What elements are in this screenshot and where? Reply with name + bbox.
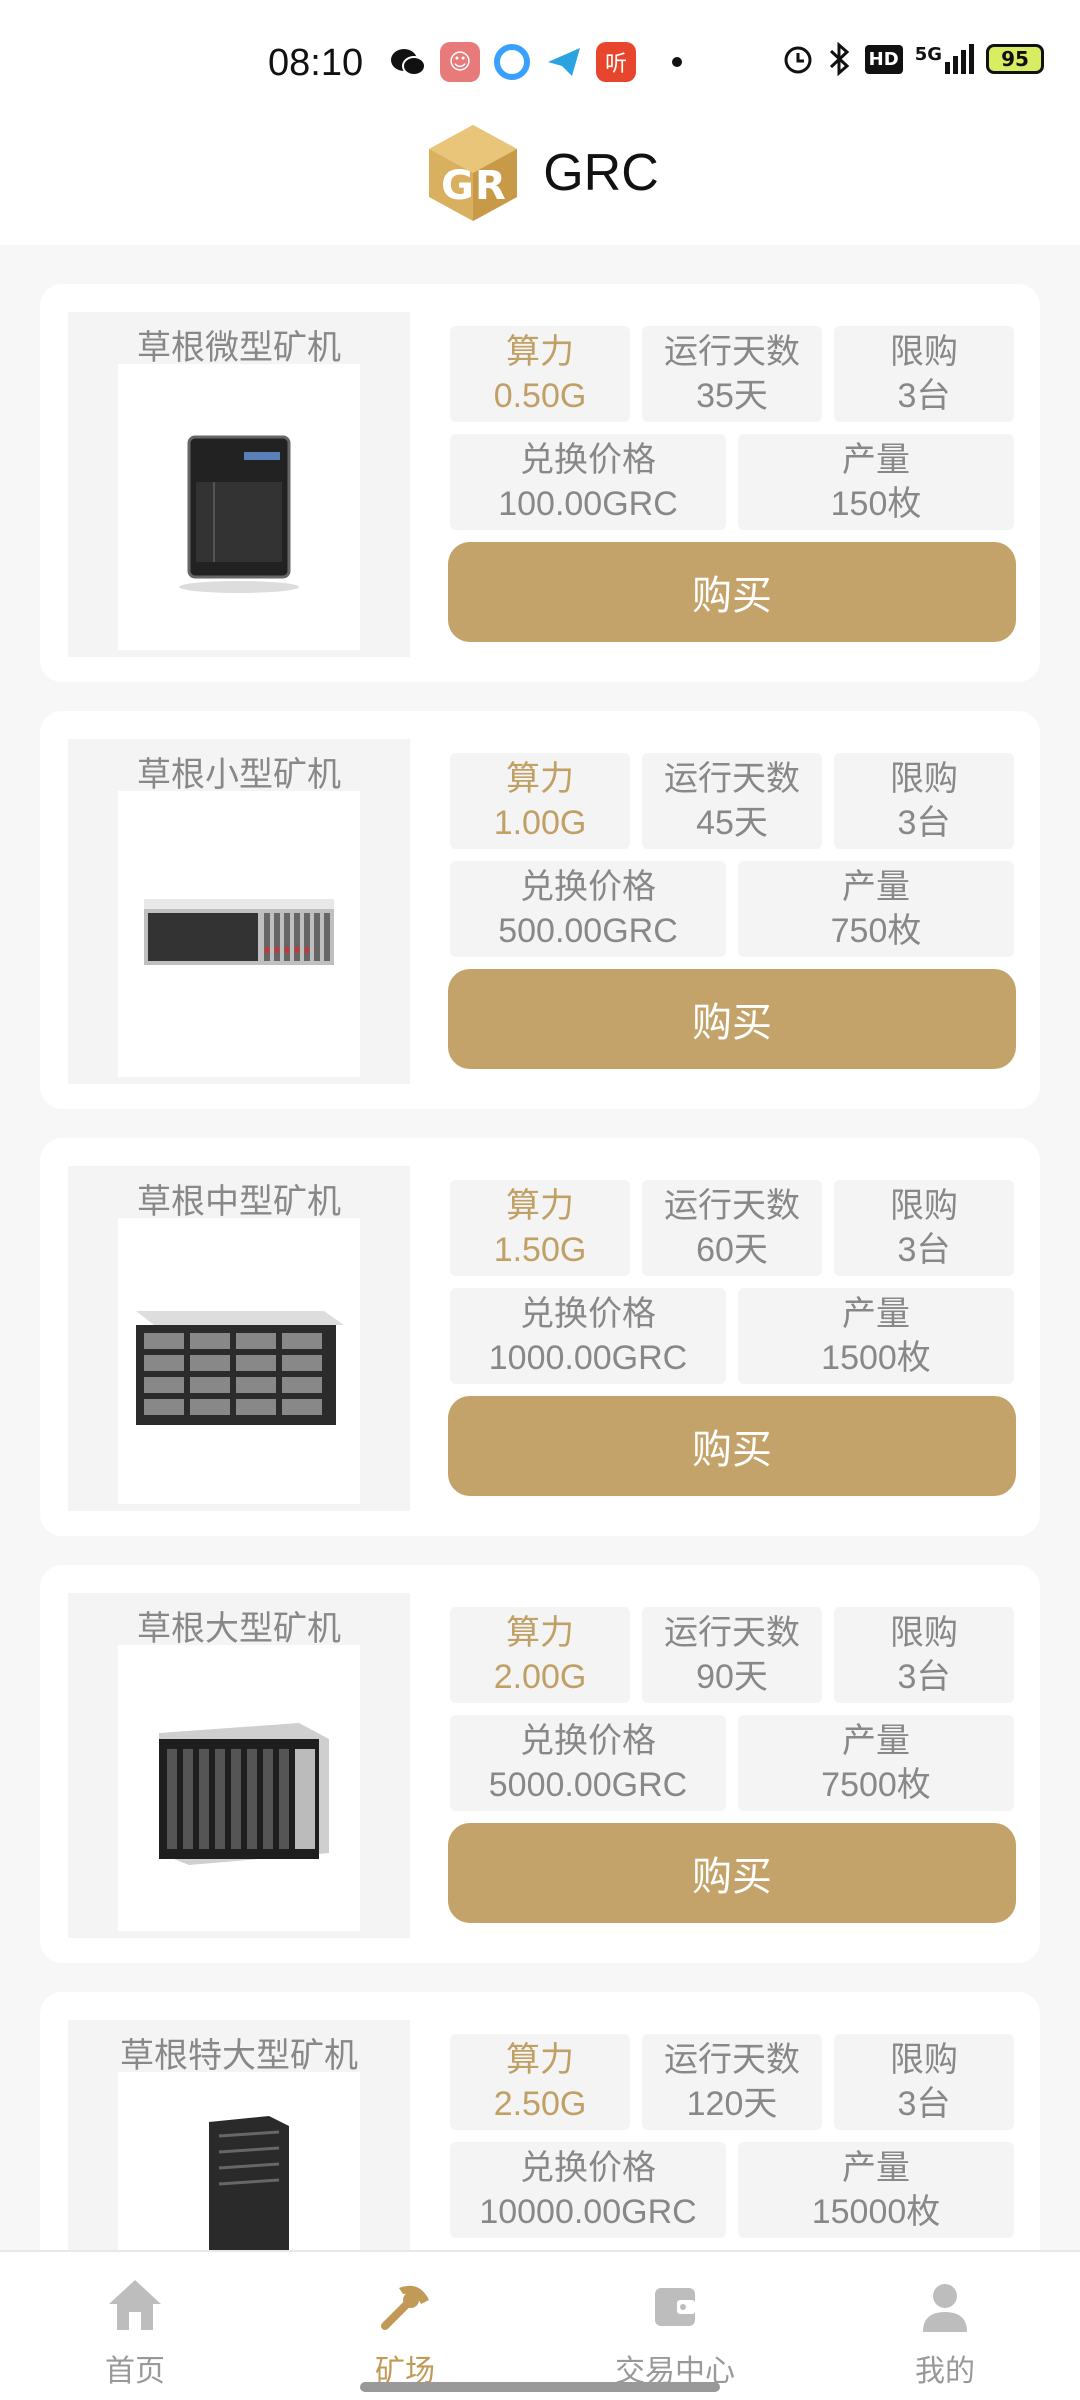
- power-stat: 算力 0.50G: [450, 326, 630, 422]
- machine-thumbnail: 草根大型矿机: [68, 1593, 410, 1938]
- power-stat: 算力 2.50G: [450, 2034, 630, 2130]
- browser-app-icon: [492, 42, 532, 82]
- svg-text:R: R: [475, 163, 506, 209]
- machine-name: 草根小型矿机: [137, 755, 341, 795]
- hd-icon: HD: [864, 44, 903, 74]
- days-stat: 运行天数 120天: [642, 2034, 822, 2130]
- price-stat: 兑换价格 500.00GRC: [450, 861, 726, 957]
- avatar-app-icon: ☺: [440, 42, 480, 82]
- output-stat: 产量 750枚: [738, 861, 1014, 957]
- home-icon: [109, 2280, 161, 2330]
- buy-button[interactable]: 购买: [448, 1396, 1016, 1496]
- more-notifications-dot: [672, 57, 682, 67]
- output-stat: 产量 150枚: [738, 434, 1014, 530]
- price-stat: 兑换价格 1000.00GRC: [450, 1288, 726, 1384]
- telegram-icon: [544, 42, 584, 82]
- wallet-icon: [655, 2288, 695, 2326]
- machine-stats: 算力 2.00G 运行天数 90天 限购 3台 兑换价格 5000.00GRC: [448, 1607, 1016, 1923]
- machine-name: 草根特大型矿机: [120, 2036, 358, 2076]
- limit-stat: 限购 3台: [834, 1180, 1014, 1276]
- home-indicator[interactable]: [360, 2382, 720, 2392]
- wechat-icon: [388, 42, 428, 82]
- machine-thumbnail: 草根小型矿机: [68, 739, 410, 1084]
- output-stat: 产量 7500枚: [738, 1715, 1014, 1811]
- days-stat: 运行天数 35天: [642, 326, 822, 422]
- nav-item-trade[interactable]: 交易中心: [540, 2252, 810, 2400]
- status-time: 08:10: [268, 42, 364, 84]
- limit-stat: 限购 3台: [834, 1607, 1014, 1703]
- audio-app-icon: 听: [596, 42, 636, 82]
- machine-thumbnail: 草根微型矿机: [68, 312, 410, 657]
- machine-list: 草根微型矿机 算力 0.50G 运行天数 35天 限购 3台 兑换价格 100.…: [40, 284, 1040, 2400]
- notification-icons: ☺ 听: [388, 42, 682, 82]
- pickaxe-icon: [381, 2285, 429, 2330]
- mini-miner-image: [118, 364, 360, 650]
- days-stat: 运行天数 60天: [642, 1180, 822, 1276]
- nav-item-mine[interactable]: 矿场: [270, 2252, 540, 2400]
- machine-card: 草根中型矿机 算力 1.50G 运行天数 60天 限购 3台 兑换价格 1000…: [40, 1138, 1040, 1536]
- price-stat: 兑换价格 5000.00GRC: [450, 1715, 726, 1811]
- medium-miner-image: [118, 1218, 360, 1504]
- days-stat: 运行天数 45天: [642, 753, 822, 849]
- grc-logo-icon: G R: [421, 121, 525, 225]
- machine-stats: 算力 1.50G 运行天数 60天 限购 3台 兑换价格 1000.00GRC: [448, 1180, 1016, 1496]
- power-stat: 算力 1.00G: [450, 753, 630, 849]
- bottom-nav: 首页 矿场 交易中心 我的: [0, 2250, 1080, 2400]
- bluetooth-icon: [829, 42, 849, 76]
- nav-item-home[interactable]: 首页: [0, 2252, 270, 2400]
- machine-stats: 算力 1.00G 运行天数 45天 限购 3台 兑换价格 500.00GRC 产…: [448, 753, 1016, 1069]
- signal-icon: 5G: [915, 44, 974, 74]
- output-stat: 产量 1500枚: [738, 1288, 1014, 1384]
- machine-card: 草根微型矿机 算力 0.50G 运行天数 35天 限购 3台 兑换价格 100.…: [40, 284, 1040, 682]
- machine-thumbnail: 草根中型矿机: [68, 1166, 410, 1511]
- limit-stat: 限购 3台: [834, 753, 1014, 849]
- page-title: GRC: [543, 143, 659, 202]
- power-stat: 算力 1.50G: [450, 1180, 630, 1276]
- small-miner-image: [118, 791, 360, 1077]
- user-icon: [923, 2284, 967, 2332]
- days-stat: 运行天数 90天: [642, 1607, 822, 1703]
- limit-stat: 限购 3台: [834, 326, 1014, 422]
- buy-button[interactable]: 购买: [448, 969, 1016, 1069]
- limit-stat: 限购 3台: [834, 2034, 1014, 2130]
- nav-label: 我的: [915, 2354, 975, 2389]
- machine-card: 草根大型矿机 算力 2.00G 运行天数 90天 限购 3台 兑换价格 5000…: [40, 1565, 1040, 1963]
- system-status-icons: HD 5G 95: [781, 42, 1044, 76]
- nav-item-profile[interactable]: 我的: [810, 2252, 1080, 2400]
- machine-stats: 算力 0.50G 运行天数 35天 限购 3台 兑换价格 100.00GRC 产…: [448, 326, 1016, 642]
- alarm-icon: [784, 46, 812, 74]
- machine-name: 草根中型矿机: [137, 1182, 341, 1222]
- battery-icon: 95: [986, 44, 1044, 74]
- nav-label: 首页: [105, 2354, 165, 2389]
- buy-button[interactable]: 购买: [448, 542, 1016, 642]
- power-stat: 算力 2.00G: [450, 1607, 630, 1703]
- machine-name: 草根微型矿机: [137, 328, 341, 368]
- machine-card: 草根小型矿机 算力 1.00G 运行天数 45天 限购 3台 兑换价格 500.…: [40, 711, 1040, 1109]
- app-header: G R GRC: [0, 100, 1080, 245]
- price-stat: 兑换价格 10000.00GRC: [450, 2142, 726, 2238]
- buy-button[interactable]: 购买: [448, 1823, 1016, 1923]
- svg-text:G: G: [441, 163, 474, 209]
- large-miner-image: [118, 1645, 360, 1931]
- output-stat: 产量 15000枚: [738, 2142, 1014, 2238]
- machine-name: 草根大型矿机: [137, 1609, 341, 1649]
- price-stat: 兑换价格 100.00GRC: [450, 434, 726, 530]
